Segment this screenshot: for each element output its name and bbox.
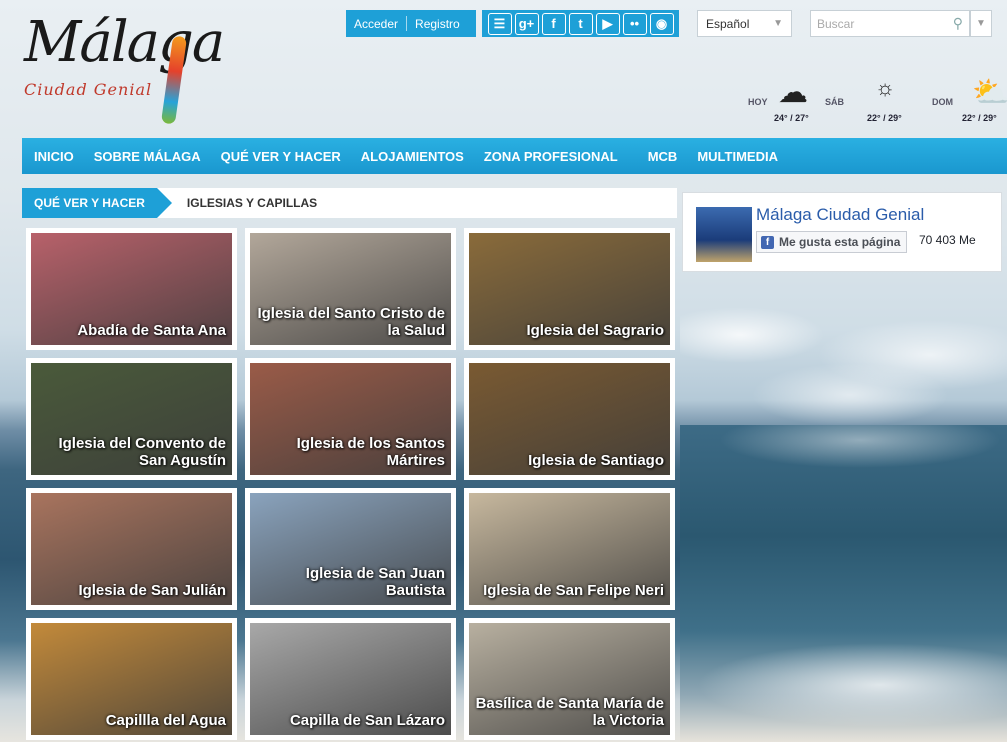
search-icon[interactable]: ⚲: [953, 15, 963, 32]
church-card-title: Iglesia del Convento de San Agustín: [58, 435, 226, 469]
weather-day: DOM: [932, 97, 953, 107]
church-card[interactable]: Iglesia de San Felipe Neri: [464, 488, 675, 610]
breadcrumb-section[interactable]: QUÉ VER Y HACER: [22, 188, 172, 218]
church-photo: Iglesia de los Santos Mártires: [250, 363, 451, 475]
facebook-page-thumbnail[interactable]: [696, 207, 752, 262]
church-photo: Iglesia del Convento de San Agustín: [31, 363, 232, 475]
church-card[interactable]: Iglesia de San Julián: [26, 488, 237, 610]
social-links: ☰ g+ f t ▶ •• ◉: [482, 10, 679, 37]
nav-alojamientos[interactable]: ALOJAMIENTOS: [361, 149, 464, 164]
nav-multimedia[interactable]: MULTIMEDIA: [697, 149, 778, 164]
church-card[interactable]: Iglesia del Convento de San Agustín: [26, 358, 237, 480]
site-logo[interactable]: Málaga Ciudad Genial: [24, 10, 225, 125]
chevron-down-icon: ▼: [773, 18, 783, 29]
church-card[interactable]: Iglesia de Santiago: [464, 358, 675, 480]
facebook-icon: f: [761, 235, 774, 249]
language-value: Español: [706, 16, 750, 31]
weather-widget: HOY ☁ 24° / 27° SÁB ☼ 22° / 29° DOM ⛅ 22…: [740, 75, 1007, 130]
church-card-title: Capillla del Agua: [105, 712, 226, 729]
youtube-icon[interactable]: ▶: [595, 12, 620, 35]
login-link[interactable]: Acceder: [346, 17, 406, 31]
logo-tagline: Ciudad Genial: [24, 80, 153, 99]
church-card[interactable]: Iglesia del Santo Cristo de la Salud: [245, 228, 456, 350]
chevron-down-icon: ▼: [976, 18, 986, 29]
rss-icon[interactable]: ☰: [487, 12, 512, 35]
church-photo: Iglesia de Santiago: [469, 363, 670, 475]
nav-inicio[interactable]: INICIO: [34, 149, 74, 164]
breadcrumb-current: IGLESIAS Y CAPILLAS: [186, 196, 318, 210]
search-placeholder: Buscar: [817, 16, 855, 31]
church-card-title: Iglesia de San Juan Bautista: [305, 565, 445, 599]
cloud-icon: ☁: [778, 76, 808, 109]
church-card-title: Iglesia de San Julián: [78, 582, 226, 599]
facebook-widget: Málaga Ciudad Genial f Me gusta esta pág…: [682, 192, 1002, 272]
church-card[interactable]: Iglesia de San Juan Bautista: [245, 488, 456, 610]
search-options-button[interactable]: ▼: [970, 10, 992, 37]
church-photo: Iglesia de San Julián: [31, 493, 232, 605]
church-photo: Iglesia de San Juan Bautista: [250, 493, 451, 605]
nav-que-ver-y-hacer[interactable]: QUÉ VER Y HACER: [221, 149, 341, 164]
facebook-icon[interactable]: f: [541, 12, 566, 35]
weather-temp: 22° / 29°: [962, 113, 997, 123]
church-photo: Iglesia del Sagrario: [469, 233, 670, 345]
google-plus-icon[interactable]: g+: [514, 12, 539, 35]
church-card-title: Iglesia de los Santos Mártires: [296, 435, 445, 469]
facebook-page-title[interactable]: Málaga Ciudad Genial: [756, 205, 924, 225]
weather-temp: 24° / 27°: [774, 113, 809, 123]
church-photo: Basílica de Santa María de la Victoria: [469, 623, 670, 735]
church-card-title: Iglesia de San Felipe Neri: [483, 582, 664, 599]
facebook-like-count: 70 403 Me: [919, 233, 976, 247]
church-card[interactable]: Iglesia de los Santos Mártires: [245, 358, 456, 480]
church-card[interactable]: Abadía de Santa Ana: [26, 228, 237, 350]
instagram-icon[interactable]: ◉: [649, 12, 674, 35]
facebook-like-label: Me gusta esta página: [779, 235, 901, 249]
flickr-icon[interactable]: ••: [622, 12, 647, 35]
church-card-title: Iglesia de Santiago: [528, 452, 664, 469]
facebook-like-button[interactable]: f Me gusta esta página: [756, 231, 908, 253]
church-photo: Iglesia del Santo Cristo de la Salud: [250, 233, 451, 345]
breadcrumb: QUÉ VER Y HACER IGLESIAS Y CAPILLAS: [22, 188, 677, 218]
partly-cloudy-icon: ⛅: [972, 76, 1007, 109]
background-clouds: [680, 275, 1007, 425]
church-card-title: Basílica de Santa María de la Victoria: [475, 695, 664, 729]
search-input[interactable]: Buscar ⚲: [810, 10, 970, 37]
weather-day: HOY: [748, 97, 768, 107]
weather-temp: 22° / 29°: [867, 113, 902, 123]
church-card[interactable]: Basílica de Santa María de la Victoria: [464, 618, 675, 740]
language-select[interactable]: Español ▼: [697, 10, 792, 37]
church-card-title: Abadía de Santa Ana: [77, 322, 226, 339]
background-sea: [680, 425, 1007, 742]
church-card[interactable]: Capilla de San Lázaro: [245, 618, 456, 740]
nav-sobre-malaga[interactable]: SOBRE MÁLAGA: [94, 149, 201, 164]
logo-wordmark: Málaga: [24, 10, 225, 75]
church-photo: Capillla del Agua: [31, 623, 232, 735]
main-nav: INICIO SOBRE MÁLAGA QUÉ VER Y HACER ALOJ…: [22, 138, 1007, 174]
nav-mcb[interactable]: MCB: [648, 149, 678, 164]
account-bar: Acceder Registro: [346, 10, 476, 37]
church-photo: Abadía de Santa Ana: [31, 233, 232, 345]
nav-zona-profesional[interactable]: ZONA PROFESIONAL: [484, 149, 618, 164]
church-card[interactable]: Iglesia del Sagrario: [464, 228, 675, 350]
register-link[interactable]: Registro: [407, 17, 468, 31]
church-card-title: Iglesia del Santo Cristo de la Salud: [257, 305, 445, 339]
church-card[interactable]: Capillla del Agua: [26, 618, 237, 740]
church-card-title: Iglesia del Sagrario: [526, 322, 664, 339]
church-photo: Iglesia de San Felipe Neri: [469, 493, 670, 605]
church-card-title: Capilla de San Lázaro: [289, 712, 445, 729]
church-photo: Capilla de San Lázaro: [250, 623, 451, 735]
twitter-icon[interactable]: t: [568, 12, 593, 35]
weather-day: SÁB: [825, 97, 845, 107]
sun-icon: ☼: [875, 75, 896, 100]
